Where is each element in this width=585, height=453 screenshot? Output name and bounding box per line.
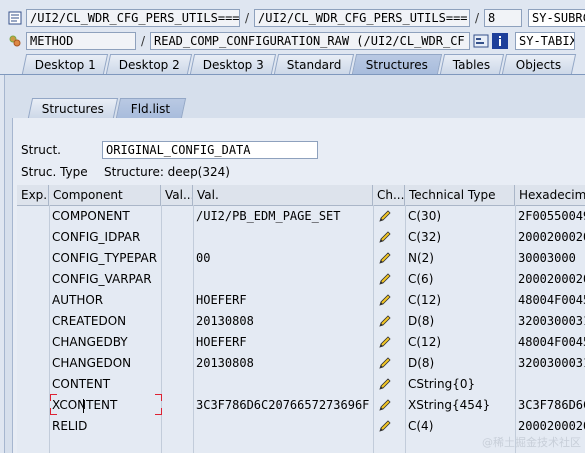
row-value[interactable]: /UI2/PB_EDM_PAGE_SET <box>196 206 372 227</box>
struct-input[interactable]: ORIGINAL_CONFIG_DATA <box>102 141 318 159</box>
row-hexadecimal[interactable]: 48004F0045 <box>518 290 585 311</box>
info-icon[interactable] <box>492 33 508 49</box>
tab-desktop-2[interactable]: Desktop 2 <box>105 54 193 74</box>
row-technical-type[interactable]: C(32) <box>408 227 514 248</box>
col-component[interactable]: Component <box>49 185 161 205</box>
row-component[interactable]: CHANGEDON <box>52 353 160 374</box>
row-component[interactable]: COMPONENT <box>52 206 160 227</box>
row-value[interactable] <box>196 416 372 437</box>
struct-label: Struct. <box>21 143 61 157</box>
col-val-short[interactable]: Val... <box>161 185 193 205</box>
row-hexadecimal[interactable]: 3200300031 <box>518 353 585 374</box>
row-technical-type[interactable]: C(12) <box>408 290 514 311</box>
focus-corner <box>155 408 162 415</box>
tab-standard[interactable]: Standard <box>273 54 355 74</box>
row-value[interactable] <box>196 227 372 248</box>
row-value[interactable]: HOEFERF <box>196 290 372 311</box>
row-value[interactable]: 20130808 <box>196 353 372 374</box>
row-hexadecimal[interactable]: 2000200020 <box>518 269 585 290</box>
event-field[interactable]: READ_COMP_CONFIGURATION_RAW (/UI2/CL_WDR… <box>150 32 470 50</box>
col-hexadecimal[interactable]: Hexadecimal <box>515 185 585 205</box>
row-technical-type[interactable]: CString{0} <box>408 374 514 395</box>
display-source-icon[interactable] <box>473 33 489 49</box>
row-component[interactable]: CONFIG_VARPAR <box>52 269 160 290</box>
separator: / <box>244 11 250 25</box>
separator: / <box>474 11 480 25</box>
row-technical-type[interactable]: C(12) <box>408 332 514 353</box>
row-hexadecimal[interactable]: 2F00550049 <box>518 206 585 227</box>
row-value[interactable]: 20130808 <box>196 311 372 332</box>
pencil-icon[interactable] <box>378 335 392 349</box>
pencil-icon[interactable] <box>378 314 392 328</box>
col-change[interactable]: Ch... <box>373 185 405 205</box>
row-component[interactable]: CREATEDON <box>52 311 160 332</box>
sub-tab-bar: Structures Fld.list <box>14 98 585 119</box>
field-list-table: Exp. Component Val... Val. Ch... Technic… <box>17 185 585 453</box>
row-component[interactable]: CONFIG_IDPAR <box>52 227 160 248</box>
row-hexadecimal[interactable]: 3C3F786D6C <box>518 395 585 416</box>
sy-tabix-field[interactable]: SY-TABIX <box>515 32 575 50</box>
struct-type-value: Structure: deep(324) <box>104 165 230 179</box>
row-value[interactable]: HOEFERF <box>196 332 372 353</box>
pencil-icon[interactable] <box>378 293 392 307</box>
row-hexadecimal[interactable]: 30003000 <box>518 248 585 269</box>
pencil-icon[interactable] <box>378 398 392 412</box>
text-cursor <box>83 399 84 413</box>
row-technical-type[interactable]: D(8) <box>408 311 514 332</box>
pencil-icon[interactable] <box>378 272 392 286</box>
tab-desktop-1[interactable]: Desktop 1 <box>21 54 109 74</box>
table-header: Exp. Component Val... Val. Ch... Technic… <box>17 185 585 206</box>
row-technical-type[interactable]: N(2) <box>408 248 514 269</box>
program-field[interactable]: /UI2/CL_WDR_CFG_PERS_UTILS=== <box>26 9 240 27</box>
main-tab-bar: Desktop 1 Desktop 2 Desktop 3 Standard S… <box>0 54 585 75</box>
tab-tables[interactable]: Tables <box>439 54 505 74</box>
row-technical-type[interactable]: C(6) <box>408 269 514 290</box>
tab-desktop-3[interactable]: Desktop 3 <box>189 54 277 74</box>
focus-corner <box>50 394 57 401</box>
focus-corner <box>155 394 162 401</box>
row-component[interactable]: CONTENT <box>52 374 160 395</box>
row-value[interactable]: 3C3F786D6C2076657273696F <box>196 395 372 416</box>
row-hexadecimal[interactable]: 2000200020 <box>518 227 585 248</box>
pencil-icon[interactable] <box>378 251 392 265</box>
row-hexadecimal[interactable]: 48004F0045 <box>518 332 585 353</box>
col-val[interactable]: Val. <box>193 185 373 205</box>
row-value[interactable] <box>196 374 372 395</box>
row-component[interactable]: CHANGEDBY <box>52 332 160 353</box>
row-hexadecimal[interactable]: 3200300031 <box>518 311 585 332</box>
watermark: @稀土掘金技术社区 <box>482 436 581 449</box>
row-component[interactable]: AUTHOR <box>52 290 160 311</box>
subtab-field-list[interactable]: Fld.list <box>115 98 187 118</box>
separator: / <box>140 34 146 48</box>
pencil-icon[interactable] <box>378 230 392 244</box>
method-icon <box>8 34 22 48</box>
row-technical-type[interactable]: C(30) <box>408 206 514 227</box>
focus-corner <box>50 408 57 415</box>
include-field[interactable]: /UI2/CL_WDR_CFG_PERS_UTILS=== <box>254 9 470 27</box>
row-value[interactable]: 00 <box>196 248 372 269</box>
pencil-icon[interactable] <box>378 377 392 391</box>
program-icon <box>8 11 22 25</box>
row-component[interactable]: CONFIG_TYPEPAR <box>52 248 160 269</box>
tab-objects[interactable]: Objects <box>501 54 577 74</box>
row-hexadecimal[interactable] <box>518 374 585 395</box>
pencil-icon[interactable] <box>378 356 392 370</box>
subtab-structures[interactable]: Structures <box>27 98 119 118</box>
pencil-icon[interactable] <box>378 209 392 223</box>
pencil-icon[interactable] <box>378 419 392 433</box>
row-technical-type[interactable]: XString{454} <box>408 395 514 416</box>
struct-type-label: Struc. Type <box>21 165 88 179</box>
row-value[interactable] <box>196 269 372 290</box>
row-component[interactable]: XCONTENT <box>52 395 160 416</box>
type-field[interactable]: METHOD <box>26 32 136 50</box>
tab-structures[interactable]: Structures <box>351 54 443 74</box>
col-technical-type[interactable]: Technical Type <box>405 185 515 205</box>
row-technical-type[interactable]: D(8) <box>408 353 514 374</box>
col-exp[interactable]: Exp. <box>17 185 49 205</box>
line-field[interactable]: 8 <box>484 9 522 27</box>
sy-subrc-field[interactable]: SY-SUBRC <box>528 9 585 27</box>
row-component[interactable]: RELID <box>52 416 160 437</box>
